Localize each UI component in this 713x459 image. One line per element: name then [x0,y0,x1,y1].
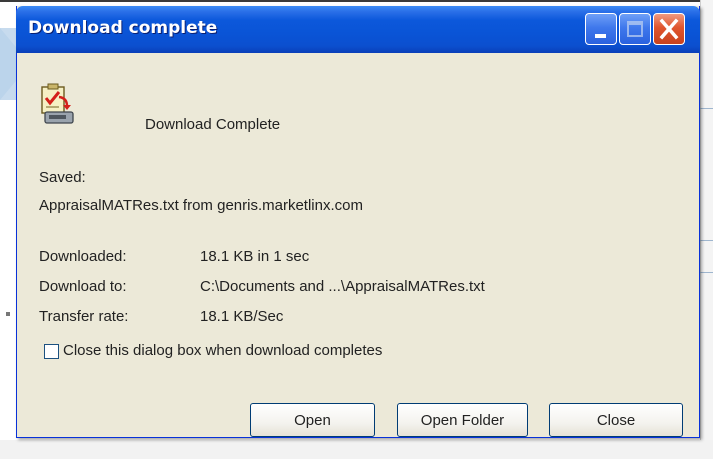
background-rule [700,272,713,273]
background-window-bottom [0,440,713,459]
saved-file-value: AppraisalMATRes.txt from genris.marketli… [39,197,363,214]
background-rule [700,108,713,109]
background-tick [6,312,10,316]
download-complete-dialog: Download complete Download Complete Save… [16,6,700,438]
window-title: Download complete [28,18,218,38]
close-when-complete-label[interactable]: Close this dialog box when download comp… [63,342,382,359]
open-button[interactable]: Open [250,403,375,437]
close-button[interactable]: Close [549,403,683,437]
downloaded-label: Downloaded: [39,248,127,265]
maximize-icon [627,21,643,37]
dialog-body: Download Complete Saved: AppraisalMATRes… [17,53,699,437]
title-bar[interactable]: Download complete [16,6,700,53]
download-to-label: Download to: [39,278,127,295]
close-icon [659,18,679,40]
saved-label: Saved: [39,169,86,186]
transfer-rate-value: 18.1 KB/Sec [200,308,284,325]
close-window-button[interactable] [653,13,685,45]
close-when-complete-checkbox[interactable] [44,344,59,359]
screen: Download complete Download Complete Save… [0,0,713,459]
downloaded-value: 18.1 KB in 1 sec [200,248,310,265]
maximize-button [619,13,651,45]
transfer-rate-label: Transfer rate: [39,308,129,325]
download-to-value: C:\Documents and ...\AppraisalMATRes.txt [200,278,485,295]
minimize-button[interactable] [585,13,617,45]
open-folder-button[interactable]: Open Folder [397,403,528,437]
background-window-right [700,0,713,459]
status-heading: Download Complete [145,116,281,133]
background-rule [700,240,713,241]
download-document-icon [41,83,74,124]
minimize-icon [595,34,606,38]
background-window-edge [0,0,713,2]
